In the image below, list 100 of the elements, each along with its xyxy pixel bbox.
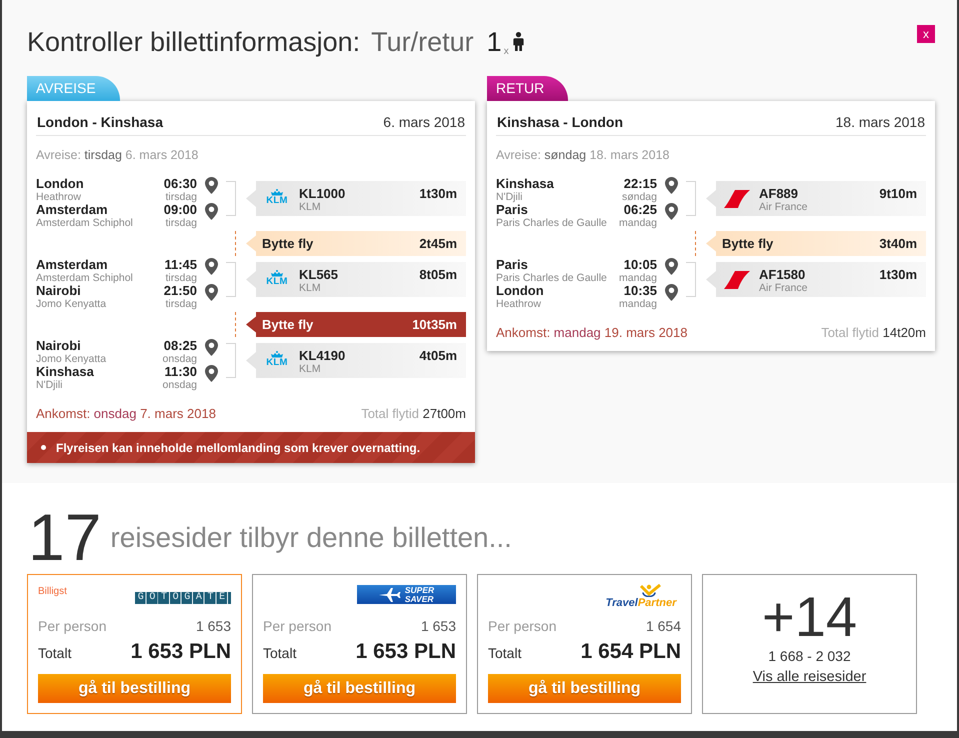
- layover-duration: 10t35m: [412, 316, 457, 334]
- airport-name: Amsterdam Schiphol: [36, 272, 133, 284]
- pin-icon: [205, 365, 218, 382]
- time-text: 06:30: [164, 177, 197, 191]
- bracket-line: [226, 181, 236, 216]
- dialog-title: Kontroller billettinformasjon:: [27, 26, 360, 58]
- city-name: Kinshasa: [496, 177, 554, 191]
- city-name: Amsterdam: [36, 258, 109, 272]
- all-sites-link[interactable]: Vis alle reisesider: [752, 669, 866, 685]
- airport-name: Heathrow: [36, 191, 82, 203]
- direction-label: AVREISE: [27, 76, 120, 101]
- weekday-text: tirsdag: [164, 217, 197, 229]
- time-text: 11:30: [164, 365, 197, 379]
- airport-name: N'Djili: [36, 379, 64, 391]
- passenger-count: 1$_{x}$: [486, 26, 509, 58]
- departure-date: Avreise: tirsdag 6. mars 2018: [36, 147, 198, 164]
- flight-number: AF1580: [759, 267, 806, 282]
- weekday-text: mandag: [619, 217, 657, 229]
- total-label: Totalt: [38, 644, 72, 663]
- total-price: 1 653 PLN: [130, 639, 231, 665]
- airport-name: Amsterdam Schiphol: [36, 217, 133, 229]
- connector-line: [695, 231, 696, 256]
- layover-duration: 2t45m: [419, 234, 457, 253]
- pin-icon: [665, 284, 678, 301]
- book-button[interactable]: gå til bestilling: [488, 674, 681, 703]
- bracket-line: [226, 262, 236, 297]
- total-label: Totalt: [488, 644, 522, 663]
- airline-name: Air France: [759, 201, 808, 213]
- city-name: Nairobi: [36, 284, 82, 298]
- city-name: London: [36, 177, 84, 191]
- flight-duration: 9t10m: [879, 186, 917, 201]
- pin-icon: [665, 258, 678, 275]
- flight-number: KL565: [299, 267, 338, 282]
- total-duration: Total flytid 14t20m: [821, 324, 926, 342]
- time-text: 10:05: [622, 258, 657, 272]
- pin-icon: [665, 203, 678, 220]
- pin-icon: [205, 203, 218, 220]
- arrival-date: Ankomst: onsdag 7. mars 2018: [36, 405, 216, 423]
- city-name: London: [496, 284, 544, 298]
- airline-logo: KLM: [264, 351, 290, 368]
- price-range: 1 668 - 2 032: [767, 647, 852, 665]
- airport-name: Jomo Kenyatta: [36, 353, 106, 365]
- time-text: 09:00: [164, 203, 197, 217]
- total-label: Totalt: [263, 644, 296, 663]
- cheapest-label: Billigst: [38, 586, 67, 598]
- layover-duration: 3t40m: [879, 234, 917, 253]
- bracket-line: [686, 181, 696, 216]
- weekday-text: søndag: [622, 191, 657, 203]
- layover-label: Bytte fly: [722, 234, 774, 253]
- pin-icon: [205, 339, 218, 356]
- vendor-logo: TravelPartner: [601, 584, 681, 610]
- travel-date: 6. mars 2018: [383, 113, 465, 131]
- city-name: Paris: [496, 203, 529, 217]
- route-title: Kinshasa - London: [497, 113, 623, 131]
- weekday-text: tirsdag: [164, 298, 197, 310]
- weekday-text: onsdag: [162, 353, 197, 365]
- airline-logo: KLM: [264, 270, 290, 287]
- bullet-icon: [41, 445, 46, 450]
- airport-name: Jomo Kenyatta: [36, 298, 106, 310]
- pin-icon: [205, 284, 218, 301]
- flight-duration: 8t05m: [419, 267, 457, 282]
- per-person-label: Per person: [263, 617, 332, 635]
- city-name: Paris: [496, 258, 529, 272]
- airport-name: Paris Charles de Gaulle: [496, 217, 607, 229]
- warning-text: Flyreisen kan inneholde mellomlanding som krever overnatting.: [56, 440, 420, 456]
- per-person-price: 1 654: [646, 617, 681, 635]
- airline-name: KLM: [299, 201, 322, 213]
- book-button[interactable]: gå til bestilling: [38, 674, 231, 703]
- layover-label: Bytte fly: [262, 234, 314, 253]
- flight-number: KL4190: [299, 348, 346, 363]
- weekday-text: onsdag: [162, 379, 197, 391]
- total-price: 1 653 PLN: [356, 639, 456, 665]
- weekday-text: mandag: [619, 272, 657, 284]
- bracket-line: [226, 343, 236, 378]
- book-button[interactable]: gå til bestilling: [263, 674, 456, 703]
- bracket-line: [686, 262, 696, 297]
- time-text: 08:25: [162, 339, 197, 353]
- airport-name: N'Djili: [496, 191, 524, 203]
- flight-number: AF889: [759, 186, 800, 201]
- close-button[interactable]: x: [917, 25, 935, 43]
- time-text: 06:25: [624, 203, 657, 217]
- time-text: 22:15: [622, 177, 657, 191]
- city-name: Nairobi: [36, 339, 82, 353]
- trip-type: Tur/retur: [371, 26, 474, 58]
- airport-name: Heathrow: [496, 298, 542, 310]
- airline-logo-icon: [724, 271, 750, 289]
- airline-name: Air France: [759, 282, 808, 294]
- route-title: London - Kinshasa: [37, 113, 163, 131]
- time-text: 10:35: [624, 284, 657, 298]
- weekday-text: mandag: [619, 298, 657, 310]
- pin-icon: [205, 258, 218, 275]
- more-count: +14: [761, 587, 858, 647]
- person-icon: [512, 32, 524, 51]
- time-text: 11:45: [164, 258, 197, 272]
- arrival-date: Ankomst: mandag 19. mars 2018: [496, 324, 688, 342]
- connector-line: [235, 231, 236, 256]
- airport-name: Paris Charles de Gaulle: [496, 272, 607, 284]
- flight-duration: 4t05m: [419, 348, 457, 363]
- weekday-text: tirsdag: [164, 272, 197, 284]
- direction-label: RETUR: [487, 76, 568, 101]
